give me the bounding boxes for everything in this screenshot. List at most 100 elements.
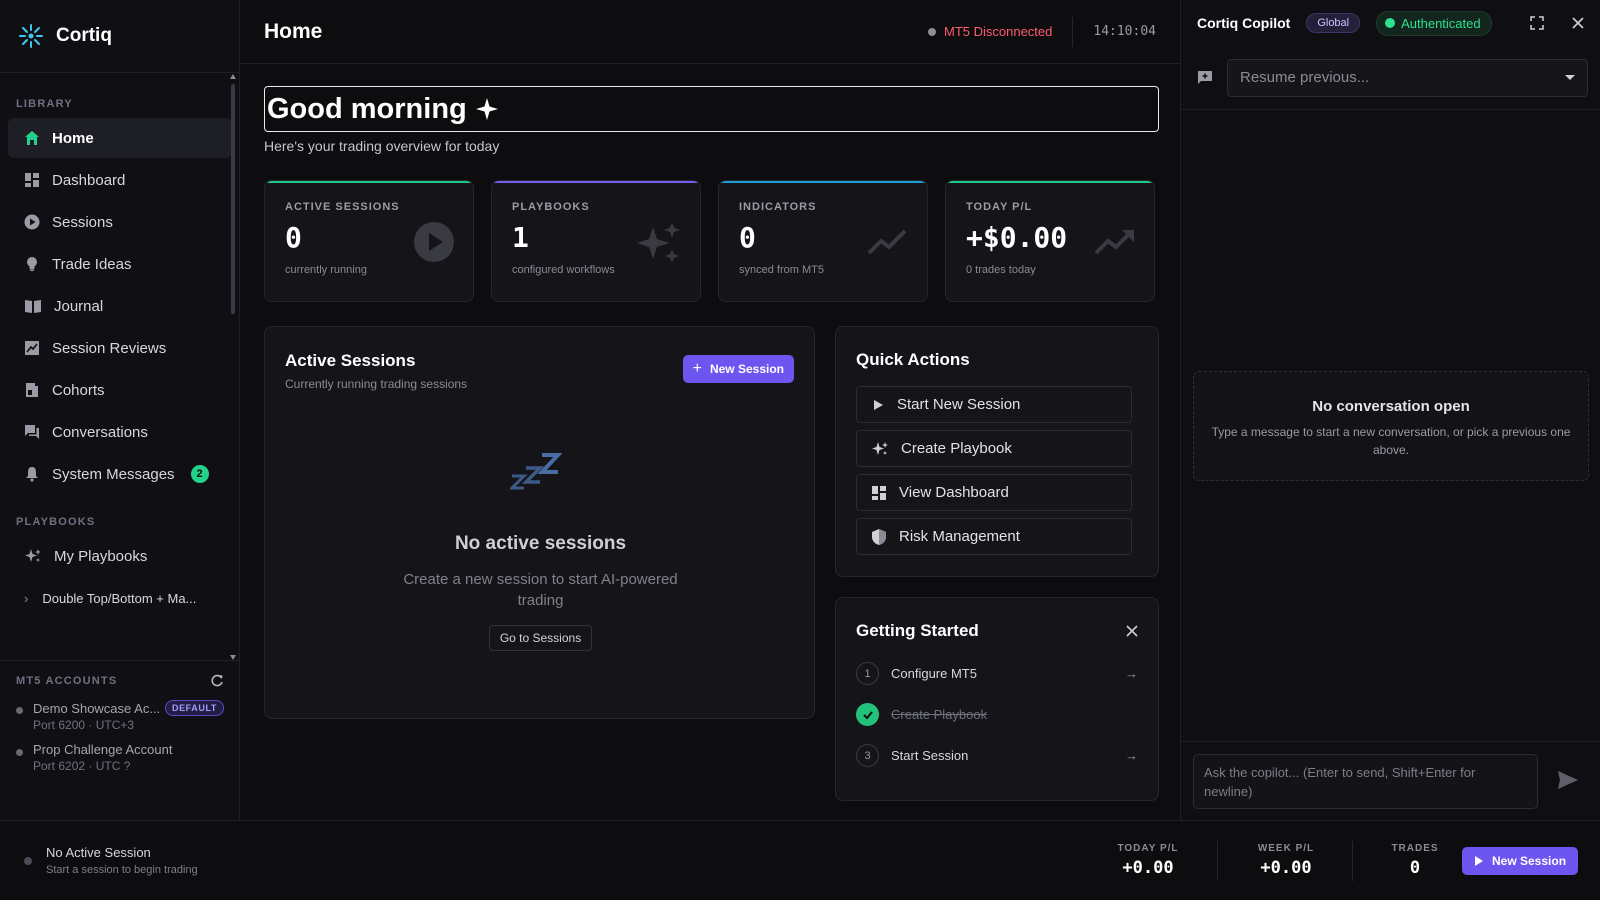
chevron-right-icon: › [24, 590, 29, 606]
close-icon[interactable] [1572, 17, 1584, 29]
risk-management-button[interactable]: Risk Management [856, 518, 1132, 555]
auth-status-text: Authenticated [1401, 15, 1481, 31]
sparkle-icon [475, 98, 498, 120]
sidebar-item-dashboard[interactable]: Dashboard [8, 160, 232, 200]
account-item[interactable]: Prop Challenge Account Port 6202 · UTC ? [0, 742, 240, 773]
account-item[interactable]: Demo Showcase Ac... DEFAULT Port 6200 · … [0, 700, 240, 732]
account-details: Port 6200 · UTC+3 [33, 718, 135, 732]
refresh-icon[interactable] [210, 674, 224, 688]
new-session-button[interactable]: + New Session [682, 355, 794, 383]
card-subtitle: Currently running trading sessions [285, 377, 468, 391]
sidebar-item-conversations[interactable]: Conversations [8, 412, 232, 452]
button-label: Start New Session [897, 396, 1021, 413]
step-number: 3 [856, 744, 879, 767]
empty-state-title: No active sessions [454, 533, 627, 554]
dashboard-icon [872, 485, 886, 500]
copilot-header: Cortiq Copilot Global Authenticated [1181, 0, 1600, 46]
start-new-session-button[interactable]: Start New Session [856, 386, 1132, 423]
lightbulb-icon [27, 257, 37, 271]
stat-value: +0.00 [1122, 858, 1174, 878]
stat-card-today-pl[interactable]: TODAY P/L +$0.00 0 trades today [945, 180, 1155, 302]
close-icon[interactable] [1126, 625, 1138, 637]
stat-card-playbooks[interactable]: PLAYBOOKS 1 configured workflows [491, 180, 701, 302]
sidebar-item-my-playbooks[interactable]: My Playbooks [8, 536, 232, 576]
sidebar-item-label: Session Reviews [52, 339, 167, 357]
copilot-message-input[interactable]: Ask the copilot... (Enter to send, Shift… [1193, 754, 1538, 809]
copilot-panel: Cortiq Copilot Global Authenticated Resu… [1180, 0, 1600, 820]
empty-subtitle: Type a message to start a new conversati… [1211, 425, 1571, 457]
stat-value: 0 [1409, 858, 1421, 878]
expand-icon[interactable] [1530, 16, 1544, 30]
shield-icon [872, 528, 886, 545]
play-circle-icon [24, 214, 40, 230]
sidebar-item-sessions[interactable]: Sessions [8, 202, 232, 242]
sidebar-item-label: Journal [54, 297, 104, 315]
send-icon[interactable] [1557, 770, 1579, 790]
sidebar-item-journal[interactable]: Journal [8, 286, 232, 326]
sidebar-scrollbar[interactable] [230, 74, 236, 660]
stats-row: ACTIVE SESSIONS 0 currently running PLAY… [264, 180, 1155, 302]
sidebar-nav: LIBRARY Home Dashboard Sessions Trade Id… [0, 74, 240, 660]
sidebar-item-label: Dashboard [52, 171, 126, 189]
session-subtitle: Start a session to begin trading [46, 864, 198, 876]
arrow-right-icon: → [1125, 666, 1138, 681]
sidebar-item-cohorts[interactable]: Cohorts [8, 370, 232, 410]
card-title: Quick Actions [856, 350, 970, 369]
account-status-dot [16, 749, 23, 756]
trending-up-icon [1094, 230, 1134, 255]
stat-accent-line [492, 181, 700, 183]
sidebar-item-label: Sessions [52, 213, 113, 231]
sidebar-item-label: Trade Ideas [52, 255, 132, 273]
new-session-button[interactable]: New Session [1462, 847, 1579, 875]
today-pl-stat: TODAY P/L +0.00 [1112, 843, 1184, 878]
scope-badge[interactable]: Global [1306, 13, 1361, 33]
resume-conversation-select[interactable]: Resume previous... [1227, 58, 1588, 97]
brand[interactable]: Cortiq [0, 0, 239, 73]
greeting-heading: Good morning [264, 86, 1159, 132]
scrollbar-thumb[interactable] [231, 84, 235, 314]
playbook-item-label: Double Top/Bottom + Ma... [42, 590, 197, 606]
sparkles-icon [637, 222, 680, 263]
sidebar-item-label: Home [52, 129, 94, 147]
sidebar-item-session-reviews[interactable]: Session Reviews [8, 328, 232, 368]
playbook-item[interactable]: › Double Top/Bottom + Ma... [8, 578, 232, 618]
dashboard-icon [25, 173, 39, 187]
stat-sub: synced from MT5 [739, 264, 824, 276]
go-to-sessions-button[interactable]: Go to Sessions [488, 625, 593, 651]
step-create-playbook[interactable]: Create Playbook [856, 694, 1138, 735]
getting-started-card: Getting Started 1 Configure MT5 → Create… [835, 597, 1159, 801]
new-chat-icon[interactable] [1197, 70, 1213, 86]
arrow-right-icon: → [1125, 748, 1138, 763]
stat-label: ACTIVE SESSIONS [285, 201, 400, 213]
divider [1352, 841, 1353, 881]
stat-sub: currently running [285, 264, 367, 276]
copilot-title: Cortiq Copilot [1197, 15, 1291, 31]
status-text: MT5 Disconnected [943, 24, 1053, 39]
greeting-text: Good morning [267, 92, 467, 125]
chat-icon [25, 425, 39, 439]
quick-actions-card: Quick Actions Start New Session Create P… [835, 326, 1159, 577]
book-icon [25, 300, 41, 313]
playbooks-label: PLAYBOOKS [16, 516, 96, 528]
check-icon [856, 703, 879, 726]
account-details: Port 6202 · UTC ? [33, 759, 131, 773]
create-playbook-button[interactable]: Create Playbook [856, 430, 1132, 467]
stat-accent-line [265, 181, 473, 183]
sidebar-item-trade-ideas[interactable]: Trade Ideas [8, 244, 232, 284]
auth-dot [1385, 18, 1396, 28]
stat-card-indicators[interactable]: INDICATORS 0 synced from MT5 [718, 180, 928, 302]
main-content: Good morning Here's your trading overvie… [264, 86, 1159, 801]
button-label: New Session [1492, 854, 1567, 868]
stat-card-active-sessions[interactable]: ACTIVE SESSIONS 0 currently running [264, 180, 474, 302]
step-number: 1 [856, 662, 879, 685]
step-start-session[interactable]: 3 Start Session → [856, 735, 1138, 776]
account-name: Prop Challenge Account [33, 742, 173, 757]
top-header: Home MT5 Disconnected 14:10:04 [240, 0, 1180, 64]
play-circle-icon [414, 222, 454, 262]
bottom-status-bar: No Active Session Start a session to beg… [0, 820, 1600, 900]
sidebar-item-home[interactable]: Home [8, 118, 232, 158]
view-dashboard-button[interactable]: View Dashboard [856, 474, 1132, 511]
sidebar-item-system-messages[interactable]: System Messages 2 [8, 454, 232, 494]
page-title: Home [264, 19, 323, 43]
step-configure-mt5[interactable]: 1 Configure MT5 → [856, 653, 1138, 694]
